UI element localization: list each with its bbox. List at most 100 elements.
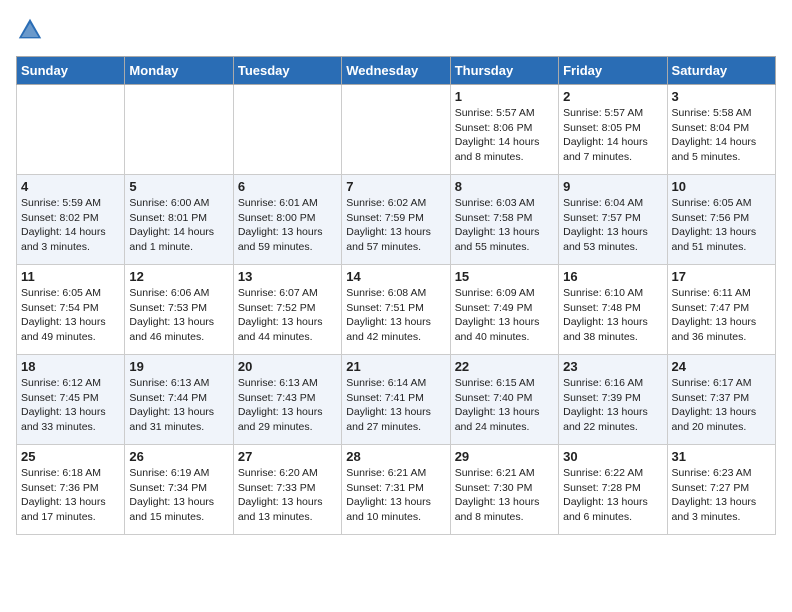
calendar-cell: 8 Sunrise: 6:03 AM Sunset: 7:58 PM Daylig… [450, 175, 558, 265]
day-number: 19 [129, 359, 228, 374]
col-header-wednesday: Wednesday [342, 57, 450, 85]
col-header-friday: Friday [559, 57, 667, 85]
calendar-cell: 22 Sunrise: 6:15 AM Sunset: 7:40 PM Dayli… [450, 355, 558, 445]
calendar-cell [125, 85, 233, 175]
col-header-tuesday: Tuesday [233, 57, 341, 85]
calendar-cell: 3 Sunrise: 5:58 AM Sunset: 8:04 PM Daylig… [667, 85, 775, 175]
day-info: Sunrise: 6:10 AM Sunset: 7:48 PM Dayligh… [563, 286, 662, 345]
day-number: 11 [21, 269, 120, 284]
calendar-cell: 2 Sunrise: 5:57 AM Sunset: 8:05 PM Daylig… [559, 85, 667, 175]
calendar-cell: 14 Sunrise: 6:08 AM Sunset: 7:51 PM Dayli… [342, 265, 450, 355]
calendar-cell: 9 Sunrise: 6:04 AM Sunset: 7:57 PM Daylig… [559, 175, 667, 265]
day-number: 8 [455, 179, 554, 194]
day-info: Sunrise: 6:18 AM Sunset: 7:36 PM Dayligh… [21, 466, 120, 525]
day-info: Sunrise: 6:12 AM Sunset: 7:45 PM Dayligh… [21, 376, 120, 435]
day-number: 7 [346, 179, 445, 194]
calendar-cell: 25 Sunrise: 6:18 AM Sunset: 7:36 PM Dayli… [17, 445, 125, 535]
day-number: 21 [346, 359, 445, 374]
col-header-saturday: Saturday [667, 57, 775, 85]
day-number: 31 [672, 449, 771, 464]
day-number: 23 [563, 359, 662, 374]
day-info: Sunrise: 6:23 AM Sunset: 7:27 PM Dayligh… [672, 466, 771, 525]
day-info: Sunrise: 6:17 AM Sunset: 7:37 PM Dayligh… [672, 376, 771, 435]
day-info: Sunrise: 6:13 AM Sunset: 7:44 PM Dayligh… [129, 376, 228, 435]
day-info: Sunrise: 5:57 AM Sunset: 8:05 PM Dayligh… [563, 106, 662, 165]
calendar-cell [17, 85, 125, 175]
calendar-cell: 13Sunrise: 6:07 AM Sunset: 7:52 PM Dayli… [233, 265, 341, 355]
calendar-cell: 23 Sunrise: 6:16 AM Sunset: 7:39 PM Dayli… [559, 355, 667, 445]
day-number: 9 [563, 179, 662, 194]
calendar-cell: 29Sunrise: 6:21 AM Sunset: 7:30 PM Dayli… [450, 445, 558, 535]
calendar-cell [233, 85, 341, 175]
day-info: Sunrise: 5:59 AM Sunset: 8:02 PM Dayligh… [21, 196, 120, 255]
calendar-cell: 27 Sunrise: 6:20 AM Sunset: 7:33 PM Dayli… [233, 445, 341, 535]
calendar-cell: 19 Sunrise: 6:13 AM Sunset: 7:44 PM Dayli… [125, 355, 233, 445]
day-info: Sunrise: 6:21 AM Sunset: 7:31 PM Dayligh… [346, 466, 445, 525]
day-number: 20 [238, 359, 337, 374]
day-number: 6 [238, 179, 337, 194]
calendar-cell: 30 Sunrise: 6:22 AM Sunset: 7:28 PM Dayli… [559, 445, 667, 535]
day-number: 3 [672, 89, 771, 104]
calendar-cell: 20 Sunrise: 6:13 AM Sunset: 7:43 PM Dayli… [233, 355, 341, 445]
day-info: Sunrise: 5:57 AM Sunset: 8:06 PM Dayligh… [455, 106, 554, 165]
calendar-cell: 6 Sunrise: 6:01 AM Sunset: 8:00 PM Daylig… [233, 175, 341, 265]
calendar-cell: 17 Sunrise: 6:11 AM Sunset: 7:47 PM Dayli… [667, 265, 775, 355]
day-info: Sunrise: 6:05 AM Sunset: 7:56 PM Dayligh… [672, 196, 771, 255]
day-number: 5 [129, 179, 228, 194]
logo-icon [16, 16, 44, 44]
calendar-cell: 4 Sunrise: 5:59 AM Sunset: 8:02 PM Daylig… [17, 175, 125, 265]
day-number: 15 [455, 269, 554, 284]
day-number: 17 [672, 269, 771, 284]
col-header-thursday: Thursday [450, 57, 558, 85]
day-number: 2 [563, 89, 662, 104]
day-info: Sunrise: 6:22 AM Sunset: 7:28 PM Dayligh… [563, 466, 662, 525]
col-header-monday: Monday [125, 57, 233, 85]
day-info: Sunrise: 6:19 AM Sunset: 7:34 PM Dayligh… [129, 466, 228, 525]
day-info: Sunrise: 5:58 AM Sunset: 8:04 PM Dayligh… [672, 106, 771, 165]
day-info: Sunrise: 6:13 AM Sunset: 7:43 PM Dayligh… [238, 376, 337, 435]
day-number: 25 [21, 449, 120, 464]
day-number: 28 [346, 449, 445, 464]
day-info: Sunrise: 6:04 AM Sunset: 7:57 PM Dayligh… [563, 196, 662, 255]
day-number: 24 [672, 359, 771, 374]
day-info: Sunrise: 6:11 AM Sunset: 7:47 PM Dayligh… [672, 286, 771, 345]
col-header-sunday: Sunday [17, 57, 125, 85]
day-info: Sunrise: 6:05 AM Sunset: 7:54 PM Dayligh… [21, 286, 120, 345]
calendar-cell: 15 Sunrise: 6:09 AM Sunset: 7:49 PM Dayli… [450, 265, 558, 355]
calendar-cell: 10Sunrise: 6:05 AM Sunset: 7:56 PM Dayli… [667, 175, 775, 265]
day-number: 12 [129, 269, 228, 284]
day-info: Sunrise: 6:15 AM Sunset: 7:40 PM Dayligh… [455, 376, 554, 435]
day-info: Sunrise: 6:01 AM Sunset: 8:00 PM Dayligh… [238, 196, 337, 255]
calendar-cell: 28 Sunrise: 6:21 AM Sunset: 7:31 PM Dayli… [342, 445, 450, 535]
day-info: Sunrise: 6:06 AM Sunset: 7:53 PM Dayligh… [129, 286, 228, 345]
day-info: Sunrise: 6:20 AM Sunset: 7:33 PM Dayligh… [238, 466, 337, 525]
calendar-cell: 16 Sunrise: 6:10 AM Sunset: 7:48 PM Dayli… [559, 265, 667, 355]
calendar-cell: 11 Sunrise: 6:05 AM Sunset: 7:54 PM Dayli… [17, 265, 125, 355]
day-info: Sunrise: 6:16 AM Sunset: 7:39 PM Dayligh… [563, 376, 662, 435]
day-number: 14 [346, 269, 445, 284]
day-number: 22 [455, 359, 554, 374]
day-number: 30 [563, 449, 662, 464]
calendar-cell: 31 Sunrise: 6:23 AM Sunset: 7:27 PM Dayli… [667, 445, 775, 535]
day-info: Sunrise: 6:07 AM Sunset: 7:52 PM Dayligh… [238, 286, 337, 345]
calendar-cell: 1 Sunrise: 5:57 AM Sunset: 8:06 PM Daylig… [450, 85, 558, 175]
day-number: 26 [129, 449, 228, 464]
calendar-cell: 26 Sunrise: 6:19 AM Sunset: 7:34 PM Dayli… [125, 445, 233, 535]
day-info: Sunrise: 6:08 AM Sunset: 7:51 PM Dayligh… [346, 286, 445, 345]
day-number: 29 [455, 449, 554, 464]
calendar-cell: 7 Sunrise: 6:02 AM Sunset: 7:59 PM Daylig… [342, 175, 450, 265]
day-info: Sunrise: 6:14 AM Sunset: 7:41 PM Dayligh… [346, 376, 445, 435]
calendar-cell: 21 Sunrise: 6:14 AM Sunset: 7:41 PM Dayli… [342, 355, 450, 445]
day-info: Sunrise: 6:03 AM Sunset: 7:58 PM Dayligh… [455, 196, 554, 255]
day-info: Sunrise: 6:00 AM Sunset: 8:01 PM Dayligh… [129, 196, 228, 255]
day-number: 16 [563, 269, 662, 284]
calendar-table: SundayMondayTuesdayWednesdayThursdayFrid… [16, 56, 776, 535]
day-info: Sunrise: 6:09 AM Sunset: 7:49 PM Dayligh… [455, 286, 554, 345]
calendar-cell: 5 Sunrise: 6:00 AM Sunset: 8:01 PM Daylig… [125, 175, 233, 265]
day-number: 18 [21, 359, 120, 374]
calendar-cell [342, 85, 450, 175]
day-number: 1 [455, 89, 554, 104]
day-number: 27 [238, 449, 337, 464]
day-info: Sunrise: 6:02 AM Sunset: 7:59 PM Dayligh… [346, 196, 445, 255]
day-number: 4 [21, 179, 120, 194]
